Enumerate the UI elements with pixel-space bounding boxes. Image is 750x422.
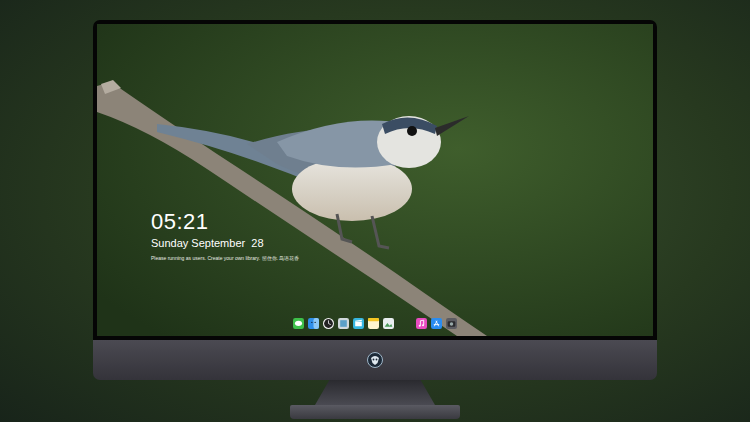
music-icon[interactable] <box>416 318 427 329</box>
notes-icon[interactable] <box>368 318 379 329</box>
monitor-chin <box>93 340 657 380</box>
wallpaper-photo <box>97 24 653 336</box>
lock-note: Please running as users. Create your own… <box>151 255 299 262</box>
messages-icon[interactable] <box>293 318 304 329</box>
video-icon[interactable] <box>353 318 364 329</box>
screen-bezel: 05:21 Sunday September 28 Please running… <box>93 20 657 340</box>
monitor-stand-neck <box>315 380 435 405</box>
camera-icon[interactable] <box>446 318 457 329</box>
brand-logo-icon <box>367 352 383 368</box>
app-store-icon[interactable] <box>431 318 442 329</box>
photos-icon[interactable] <box>383 318 394 329</box>
dock <box>289 316 461 331</box>
desktop-background: 05:21 Sunday September 28 Please running… <box>0 0 750 422</box>
screen: 05:21 Sunday September 28 Please running… <box>97 24 653 336</box>
clock-icon[interactable] <box>323 318 334 329</box>
lock-screen-clock: 05:21 Sunday September 28 Please running… <box>151 210 299 262</box>
dock-separator <box>398 318 412 329</box>
clock-date: Sunday September 28 <box>151 237 299 250</box>
preview-icon[interactable] <box>338 318 349 329</box>
clock-time: 05:21 <box>151 210 299 234</box>
monitor-stand-base <box>290 405 460 419</box>
finder-icon[interactable] <box>308 318 319 329</box>
monitor: 05:21 Sunday September 28 Please running… <box>93 20 657 422</box>
